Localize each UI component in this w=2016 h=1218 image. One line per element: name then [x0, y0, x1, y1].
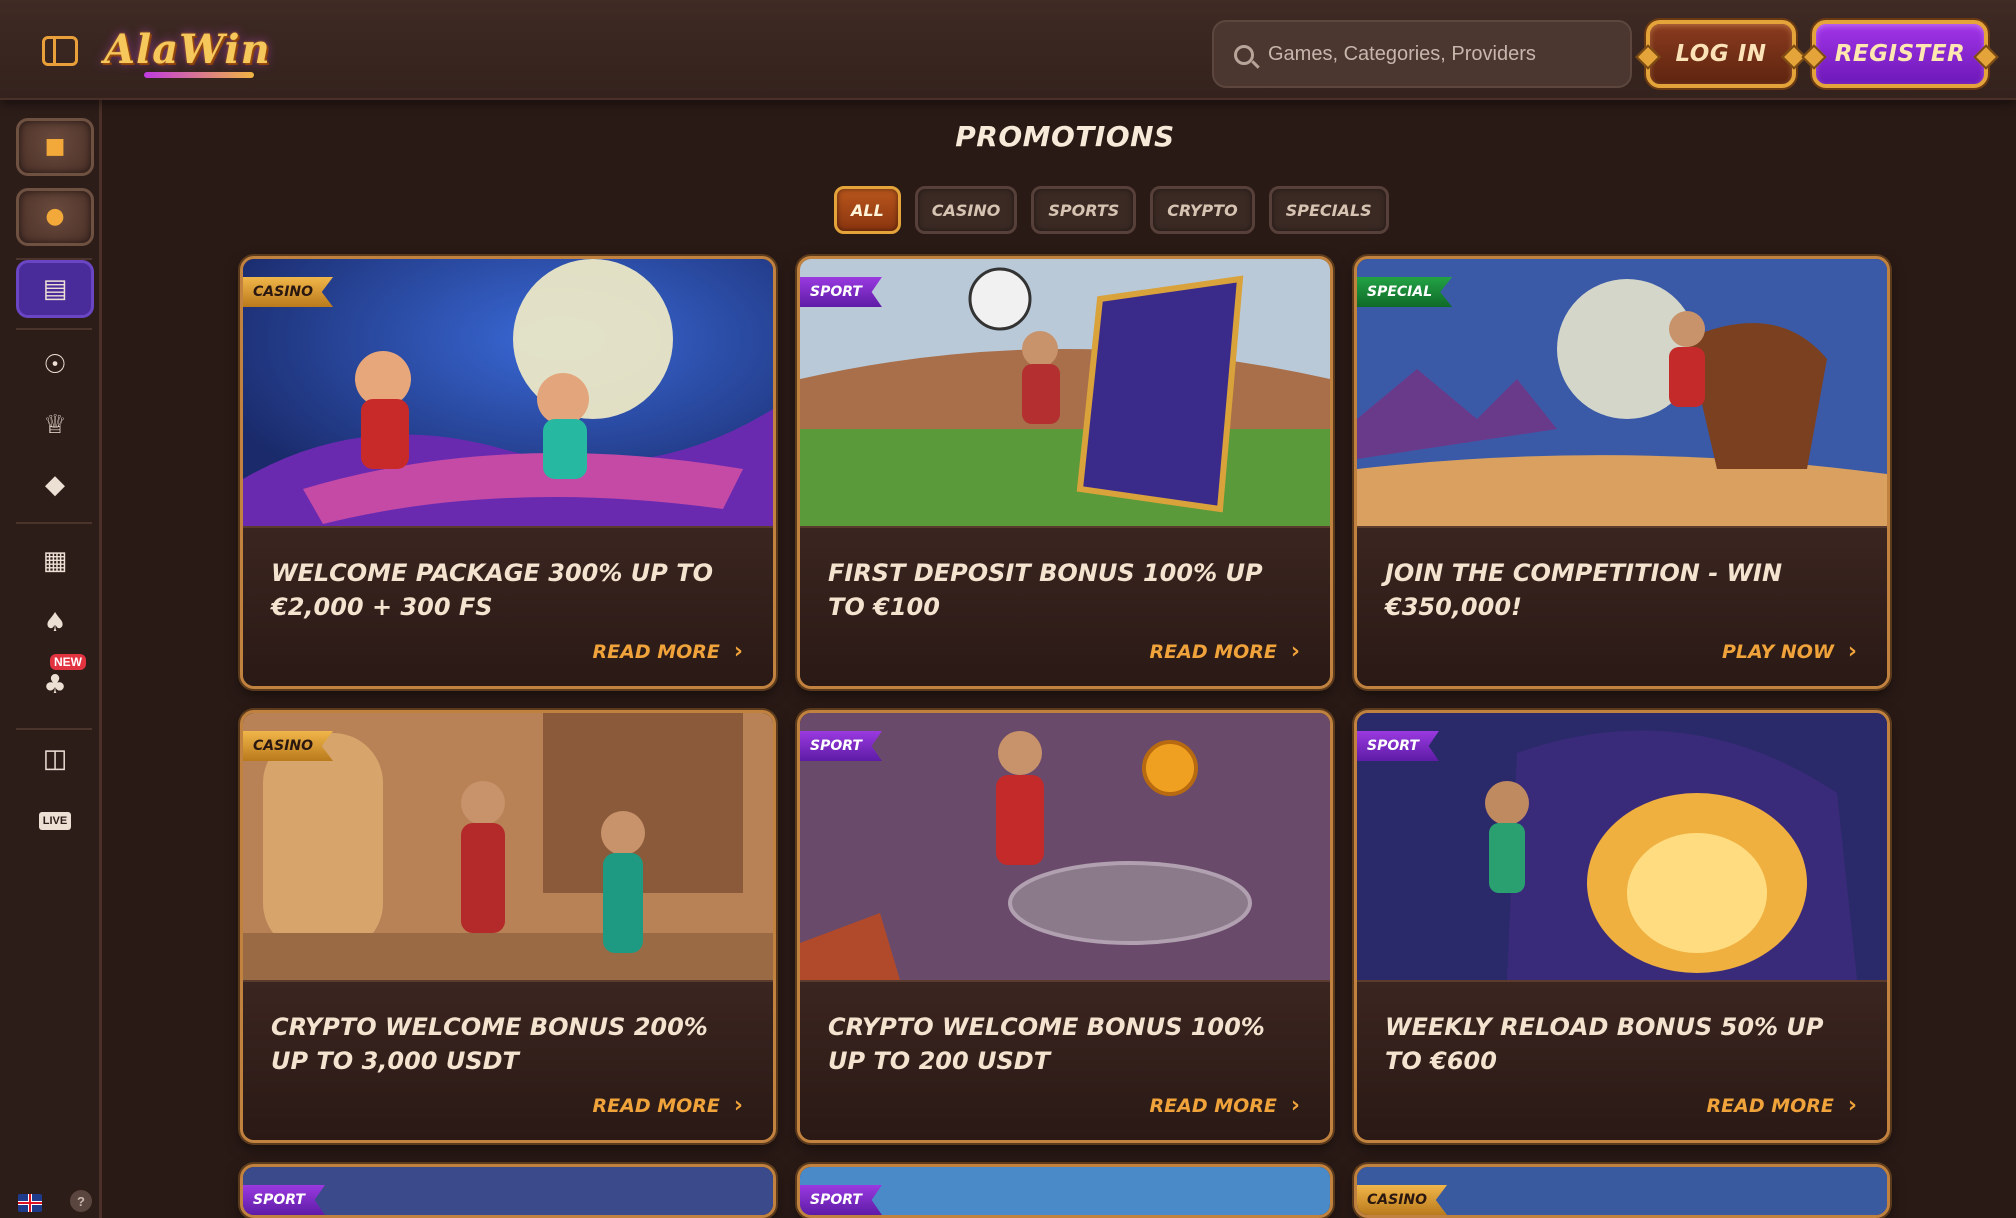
gold-cube-icon: ■ [44, 134, 66, 159]
new-badge: NEW [50, 654, 86, 670]
promo-card[interactable]: SPORT CRYPTO WELCOME BONUS 100% UP TO 20… [797, 710, 1333, 1143]
chevron-right-icon: › [1290, 1093, 1300, 1118]
cards-icon: ♠ [43, 608, 67, 638]
diamond-icon: ◆ [45, 470, 65, 500]
category-tag: CASINO [1357, 1185, 1448, 1215]
promo-card[interactable]: CASINO [1354, 1164, 1890, 1218]
ticket-icon: ◫ [42, 744, 68, 774]
promo-image [1357, 713, 1887, 980]
top-header: AlaWin LOG IN REGISTER [0, 0, 2016, 100]
promo-image [800, 1167, 1330, 1215]
promo-title: CRYPTO WELCOME BONUS 100% UP TO 200 USDT [828, 1013, 1265, 1075]
search-icon [1234, 45, 1254, 65]
read-more-link[interactable]: READ MORE › [1150, 1093, 1300, 1118]
promo-title: FIRST DEPOSIT BONUS 100% UP TO €100 [828, 559, 1263, 621]
filter-tab-specials[interactable]: SPECIALS [1268, 186, 1389, 234]
sidebar-item-live[interactable]: LIVE [16, 792, 94, 850]
chevron-right-icon: › [733, 639, 743, 664]
sidebar-item-vip[interactable]: ◆ [16, 456, 94, 514]
promo-card[interactable]: SPORT WEEKLY RELOAD BONUS 50% UP TO €600… [1354, 710, 1890, 1143]
sidebar-toggle-icon[interactable] [42, 36, 78, 66]
search-input[interactable] [1268, 22, 1618, 86]
gold-ball-icon: ● [45, 204, 65, 229]
promo-card[interactable]: SPORT [240, 1164, 776, 1218]
cta-label: READ MORE [592, 1094, 720, 1117]
sidebar-item-virtuals[interactable]: ◫ [16, 730, 94, 788]
promo-card-body: CRYPTO WELCOME BONUS 200% UP TO 3,000 US… [243, 980, 773, 1140]
promo-card[interactable]: CASINO CRYPTO WELCOME BONUS 200% UP TO 3… [240, 710, 776, 1143]
promotions-icon: ▤ [42, 274, 68, 304]
live-icon: LIVE [38, 812, 72, 830]
promo-title: WEEKLY RELOAD BONUS 50% UP TO €600 [1385, 1013, 1824, 1075]
read-more-link[interactable]: READ MORE › [593, 639, 743, 664]
sidebar-item-promotions[interactable]: ▤ [16, 260, 94, 318]
brand-logo[interactable]: AlaWin [104, 18, 274, 82]
category-tag: SPECIAL [1357, 277, 1453, 307]
cta-label: PLAY NOW [1721, 640, 1834, 663]
filter-tab-all[interactable]: ALL [834, 186, 901, 234]
cta-label: READ MORE [1149, 1094, 1277, 1117]
page-title: PROMOTIONS [955, 120, 1175, 153]
category-tag: CASINO [243, 731, 334, 761]
category-tag: SPORT [800, 277, 882, 307]
promo-image [800, 259, 1330, 526]
promo-title: JOIN THE COMPETITION - WIN €350,000! [1385, 559, 1783, 621]
play-now-link[interactable]: PLAY NOW › [1722, 639, 1857, 664]
sidebar-item-new-games[interactable]: ♣ NEW [16, 654, 94, 714]
sidebar-item-casino[interactable]: ■ [16, 118, 94, 176]
chevron-right-icon: › [1847, 1093, 1857, 1118]
sidebar-item-slots[interactable]: ▦ [16, 532, 94, 590]
clover-icon: ♣ [43, 670, 67, 700]
sidebar: ■ ● ▤ ☉ ♕ ◆ ▦ ♠ ♣ NEW ◫ LIVE ? [0, 100, 102, 1218]
promo-card-body: CRYPTO WELCOME BONUS 100% UP TO 200 USDT… [800, 980, 1330, 1140]
sidebar-item-table-games[interactable]: ♠ [16, 594, 94, 652]
slot-machine-icon: ▦ [42, 546, 68, 576]
sidebar-item-tournaments[interactable]: ♕ [16, 396, 94, 454]
category-tag: SPORT [1357, 731, 1439, 761]
read-more-link[interactable]: READ MORE › [1150, 639, 1300, 664]
sidebar-item-sports[interactable]: ● [16, 188, 94, 246]
filter-tab-crypto[interactable]: CRYPTO [1150, 186, 1255, 234]
promo-card-body: WEEKLY RELOAD BONUS 50% UP TO €600 READ … [1357, 980, 1887, 1140]
promo-filter-tabs: ALL CASINO SPORTS CRYPTO SPECIALS [834, 186, 1389, 236]
read-more-link[interactable]: READ MORE › [593, 1093, 743, 1118]
language-flag-icon[interactable] [18, 1194, 42, 1212]
medal-icon: ☉ [43, 350, 67, 380]
cta-label: READ MORE [1706, 1094, 1834, 1117]
category-tag: SPORT [800, 1185, 882, 1215]
promo-card-body: FIRST DEPOSIT BONUS 100% UP TO €100 READ… [800, 526, 1330, 686]
promo-card[interactable]: CASINO WELCOME PACKAGE 300% UP TO €2,000… [240, 256, 776, 689]
sidebar-divider [16, 522, 92, 524]
promo-image [243, 1167, 773, 1215]
cta-label: READ MORE [592, 640, 720, 663]
promo-image [800, 713, 1330, 980]
chevron-right-icon: › [1290, 639, 1300, 664]
category-tag: CASINO [243, 277, 334, 307]
sidebar-item-rewards[interactable]: ☉ [16, 336, 94, 394]
cta-label: READ MORE [1149, 640, 1277, 663]
promo-title: CRYPTO WELCOME BONUS 200% UP TO 3,000 US… [271, 1013, 708, 1075]
promo-card-body: WELCOME PACKAGE 300% UP TO €2,000 + 300 … [243, 526, 773, 686]
filter-tab-casino[interactable]: CASINO [914, 186, 1018, 234]
promo-card-body: JOIN THE COMPETITION - WIN €350,000! PLA… [1357, 526, 1887, 686]
chevron-right-icon: › [733, 1093, 743, 1118]
register-button[interactable]: REGISTER [1812, 20, 1988, 88]
login-button[interactable]: LOG IN [1646, 20, 1796, 88]
promo-title: WELCOME PACKAGE 300% UP TO €2,000 + 300 … [271, 559, 713, 621]
help-icon[interactable]: ? [70, 1190, 92, 1212]
promo-card[interactable]: SPORT [797, 1164, 1333, 1218]
search-box[interactable] [1212, 20, 1632, 88]
sidebar-divider [16, 328, 92, 330]
filter-tab-sports[interactable]: SPORTS [1031, 186, 1137, 234]
chevron-right-icon: › [1847, 639, 1857, 664]
category-tag: SPORT [243, 1185, 325, 1215]
promo-card[interactable]: SPECIAL JOIN THE COMPETITION - WIN €350,… [1354, 256, 1890, 689]
trophy-icon: ♕ [43, 410, 67, 440]
read-more-link[interactable]: READ MORE › [1707, 1093, 1857, 1118]
category-tag: SPORT [800, 731, 882, 761]
promo-card[interactable]: SPORT FIRST DEPOSIT BONUS 100% UP TO €10… [797, 256, 1333, 689]
